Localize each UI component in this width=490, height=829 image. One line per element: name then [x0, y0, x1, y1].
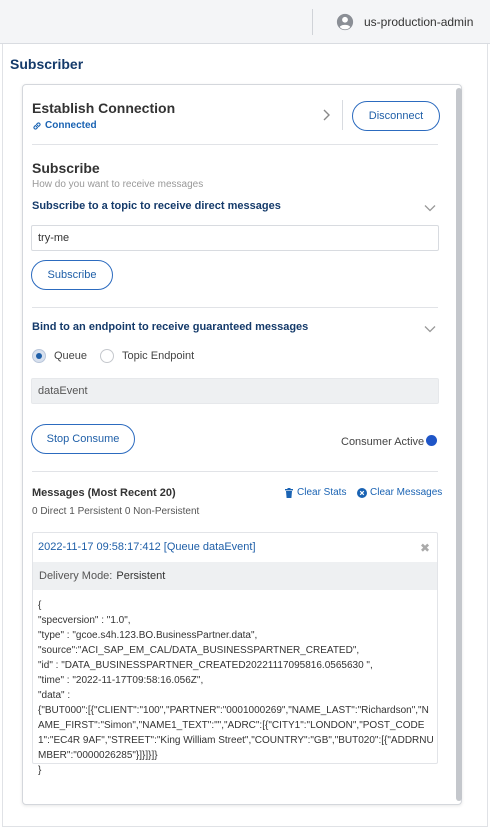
- topic-endpoint-radio[interactable]: [100, 349, 114, 363]
- divider: [32, 307, 438, 308]
- queue-radio-label: Queue: [54, 350, 88, 362]
- trash-icon: [285, 487, 293, 498]
- topic-endpoint-radio-label: Topic Endpoint: [122, 350, 195, 362]
- endpoint-input[interactable]: dataEvent: [31, 378, 439, 404]
- page-title: Subscriber: [10, 56, 84, 72]
- messages-counts: 0 Direct 1 Persistent 0 Non-Persistent: [32, 506, 200, 517]
- queue-radio[interactable]: [32, 349, 46, 363]
- messages-heading: Messages (Most Recent 20): [32, 487, 176, 499]
- clear-stats-link[interactable]: Clear Stats: [284, 487, 346, 498]
- subscribe-title: Subscribe: [32, 160, 100, 176]
- link-icon: [33, 121, 41, 130]
- connection-status-text: Connected: [45, 120, 97, 131]
- user-menu[interactable]: us-production-admin: [336, 12, 473, 32]
- message-title[interactable]: 2022-11-17 09:58:17:412 [Queue dataEvent…: [38, 541, 256, 553]
- consumer-status-indicator: [426, 435, 437, 446]
- connection-status: Connected: [32, 120, 97, 131]
- connection-title: Establish Connection: [32, 100, 176, 116]
- message-body: { "specversion" : "1.0", "type" : "gcoe.…: [38, 600, 434, 776]
- close-icon[interactable]: ✖: [420, 541, 430, 555]
- divider: [32, 471, 438, 472]
- topic-section-heading[interactable]: Subscribe to a topic to receive direct m…: [32, 200, 281, 212]
- topic-input[interactable]: try-me: [31, 225, 439, 251]
- user-avatar-icon: [336, 13, 354, 31]
- clear-stats-label: Clear Stats: [297, 487, 347, 498]
- delivery-mode-row: Delivery Mode: Persistent: [33, 562, 437, 590]
- user-name: us-production-admin: [364, 15, 474, 29]
- clear-messages-label: Clear Messages: [370, 487, 443, 498]
- chevron-down-icon[interactable]: [424, 204, 436, 212]
- divider: [32, 144, 438, 145]
- delivery-mode-value: Persistent: [116, 570, 166, 582]
- close-circle-icon: [357, 487, 367, 498]
- consumer-status: Consumer Active: [341, 436, 425, 448]
- chevron-right-icon[interactable]: [320, 108, 332, 122]
- header-separator: [342, 100, 343, 130]
- chevron-down-icon[interactable]: [424, 325, 436, 333]
- scrollbar[interactable]: [456, 88, 462, 801]
- topbar-separator: [312, 9, 313, 35]
- delivery-mode-label: Delivery Mode:: [39, 570, 113, 582]
- stop-consume-button[interactable]: Stop Consume: [31, 424, 135, 454]
- clear-messages-link[interactable]: Clear Messages: [357, 487, 442, 498]
- disconnect-button[interactable]: Disconnect: [352, 101, 440, 131]
- subscribe-button[interactable]: Subscribe: [31, 260, 113, 290]
- endpoint-section-heading[interactable]: Bind to an endpoint to receive guarantee…: [32, 321, 308, 333]
- subscribe-subtitle: How do you want to receive messages: [32, 179, 204, 190]
